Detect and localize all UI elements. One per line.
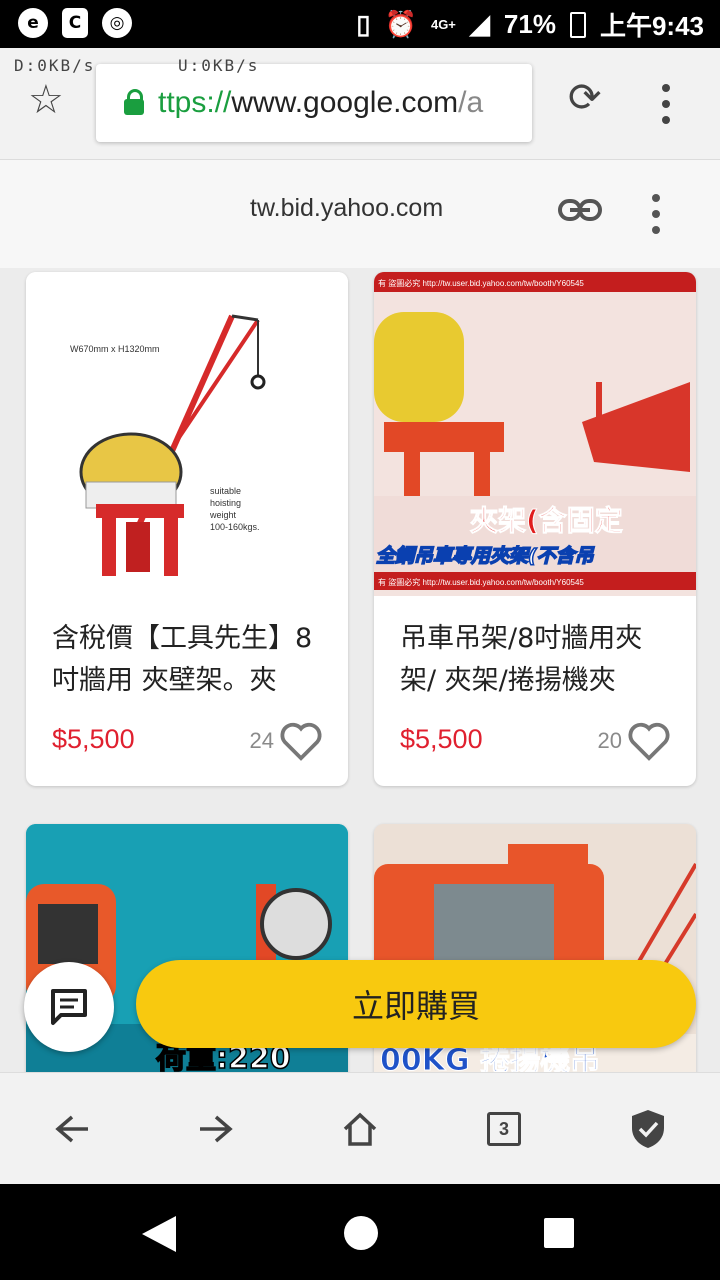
svg-text:hoisting: hoisting — [210, 498, 241, 508]
signal-icon: ◢ — [469, 9, 490, 39]
browser-bottom-bar: 3 — [0, 1072, 720, 1184]
battery-icon — [569, 11, 586, 38]
net-down-speed: D:0KB/s — [14, 56, 96, 75]
product-card[interactable]: 有 盜圖必究 http://tw.user.bid.yahoo.com/tw/b… — [374, 272, 696, 786]
battery-percent: 71% — [503, 9, 556, 39]
url-path: /a — [458, 86, 484, 119]
vibrate-icon: ▯ — [356, 9, 371, 39]
like-count: 20 — [597, 728, 622, 753]
alarm-icon: ⏰ — [384, 9, 417, 39]
shield-icon[interactable] — [626, 1107, 670, 1151]
svg-text:全鋼吊車專用夾架(不含吊: 全鋼吊車專用夾架(不含吊 — [376, 545, 595, 567]
svg-text:夾架(含固定: 夾架(含固定 — [470, 504, 623, 537]
like-count: 24 — [249, 728, 274, 753]
product-title[interactable]: 含稅價【工具先生】8吋牆用 夾壁架。夾 — [26, 596, 348, 704]
star-icon[interactable]: ☆ — [28, 80, 64, 120]
chat-icon — [51, 989, 87, 1025]
status-bar: e C ◎ ▯ ⏰ 4G+ ◢ 71% 上午9:43 — [0, 0, 720, 48]
svg-text:suitable: suitable — [210, 486, 241, 496]
svg-text:weight: weight — [209, 510, 237, 520]
home-icon[interactable] — [338, 1107, 382, 1151]
status-indicators: ▯ ⏰ 4G+ ◢ 71% 上午9:43 — [356, 6, 704, 43]
svg-text:有 盜圖必究 http://tw.user.bid.yaho: 有 盜圖必究 http://tw.user.bid.yahoo.com/tw/b… — [378, 278, 584, 288]
link-icon[interactable] — [558, 198, 602, 222]
url-bar[interactable]: ttps://www.google.com/a — [96, 64, 532, 142]
notification-app-icon: e — [18, 8, 48, 38]
network-type: 4G+ — [430, 17, 456, 32]
nav-home-icon[interactable] — [344, 1216, 378, 1250]
image-dimension-text: W670mm x H1320mm — [70, 344, 160, 354]
chat-button[interactable] — [24, 962, 114, 1052]
notification-icons: e C ◎ — [18, 8, 132, 38]
svg-text:有 盜圖必究 http://tw.user.bid.yaho: 有 盜圖必究 http://tw.user.bid.yahoo.com/tw/b… — [378, 577, 584, 587]
url-host: www.google.com — [231, 86, 459, 119]
nav-recents-icon[interactable] — [544, 1218, 574, 1248]
product-footer: $5,500 24 — [26, 704, 348, 786]
product-footer: $5,500 20 — [374, 704, 696, 786]
svg-text:100-160kgs.: 100-160kgs. — [210, 522, 260, 532]
product-card[interactable]: W670mm x H1320mm suitable hoisting weigh… — [26, 272, 348, 786]
tab-count: 3 — [487, 1112, 521, 1146]
product-price: $5,500 — [52, 724, 135, 754]
heart-icon[interactable] — [626, 720, 672, 762]
browser-toolbar: ☆ ttps://www.google.com/a ⟳ — [0, 48, 720, 160]
product-grid: W670mm x H1320mm suitable hoisting weigh… — [0, 268, 720, 1072]
buy-now-button[interactable]: 立即購買 — [136, 960, 696, 1048]
product-image[interactable]: W670mm x H1320mm suitable hoisting weigh… — [26, 272, 348, 596]
system-nav-bar — [0, 1184, 720, 1280]
notification-doc-icon: C — [62, 8, 88, 38]
heart-icon[interactable] — [278, 720, 324, 762]
chrome-icon: ◎ — [102, 8, 132, 38]
back-icon[interactable] — [50, 1107, 94, 1151]
tab-switcher-button[interactable]: 3 — [482, 1107, 526, 1151]
product-title[interactable]: 吊車吊架/8吋牆用夾架/ 夾架/捲揚機夾 — [374, 596, 696, 704]
lock-icon — [124, 89, 144, 115]
domain-more-icon[interactable] — [652, 194, 660, 234]
net-up-speed: U:0KB/s — [178, 56, 260, 75]
product-price: $5,500 — [400, 724, 483, 754]
url-scheme: ttps:// — [158, 86, 232, 119]
more-icon[interactable] — [660, 84, 672, 124]
forward-icon[interactable] — [194, 1107, 238, 1151]
domain-bar: tw.bid.yahoo.com — [0, 160, 720, 268]
clock: 上午9:43 — [599, 11, 704, 41]
nav-back-icon[interactable] — [140, 1214, 178, 1254]
domain-label: tw.bid.yahoo.com — [250, 194, 444, 222]
product-image[interactable]: 有 盜圖必究 http://tw.user.bid.yahoo.com/tw/b… — [374, 272, 696, 596]
reload-icon[interactable]: ⟳ — [568, 78, 602, 118]
